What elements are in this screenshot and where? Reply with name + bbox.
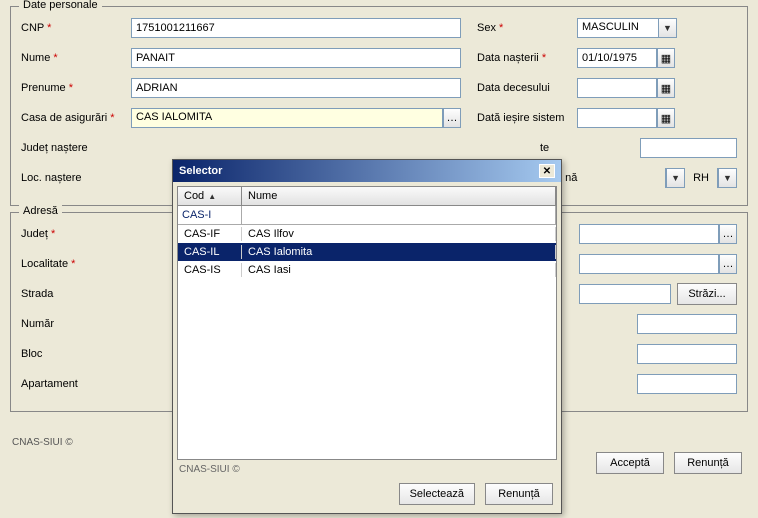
label-data-nasterii: Data nașterii * — [477, 52, 577, 64]
cell-cod: CAS-IL — [178, 245, 242, 259]
col-header-cod[interactable]: Cod▲ — [178, 187, 242, 205]
strazi-button[interactable]: Străzi... — [677, 283, 737, 305]
label-data-iesire: Dată ieșire sistem — [477, 112, 577, 124]
label-prenume: Prenume * — [21, 82, 131, 94]
select-button[interactable]: Selectează — [399, 483, 475, 505]
label-casa: Casa de asigurări * — [21, 112, 131, 124]
calendar-icon[interactable]: ▦ — [657, 108, 675, 128]
cell-cod: CAS-IF — [178, 227, 242, 241]
localitate-input[interactable] — [579, 254, 719, 274]
sex-combo[interactable]: MASCULIN ▼ — [577, 18, 677, 38]
bloc-input[interactable] — [637, 344, 737, 364]
group-personal-label: Date personale — [19, 0, 102, 11]
apartament-input[interactable] — [637, 374, 737, 394]
label-judet: Județ * — [21, 228, 131, 240]
label-numar: Număr — [21, 318, 131, 330]
accepta-button[interactable]: Acceptă — [596, 452, 664, 474]
col-header-nume[interactable]: Nume — [242, 187, 556, 205]
label-partial-te: te — [540, 142, 560, 154]
table-row[interactable]: CAS-IFCAS Ilfov — [178, 225, 556, 243]
label-judet-nastere: Județ naștere — [21, 142, 131, 154]
cell-nume: CAS Iasi — [242, 263, 556, 277]
cell-nume: CAS Ilfov — [242, 227, 556, 241]
label-sex: Sex * — [477, 22, 577, 34]
label-apartament: Apartament — [21, 378, 131, 390]
label-data-decesului: Data decesului — [477, 82, 577, 94]
label-partial-na: nă — [565, 172, 585, 184]
rh-combo[interactable]: ▼ — [717, 168, 737, 188]
selector-copyright: CNAS-SIUI © — [173, 464, 561, 475]
lookup-icon[interactable]: … — [719, 254, 737, 274]
strada-input[interactable] — [579, 284, 671, 304]
calendar-icon[interactable]: ▦ — [657, 78, 675, 98]
label-rh: RH — [693, 172, 709, 184]
label-nume: Nume * — [21, 52, 131, 64]
selector-titlebar: Selector ✕ — [173, 160, 561, 182]
label-bloc: Bloc — [21, 348, 131, 360]
te-input[interactable] — [640, 138, 737, 158]
table-row[interactable]: CAS-ISCAS Iasi — [178, 261, 556, 279]
data-iesire-input[interactable] — [577, 108, 657, 128]
table-row[interactable]: CAS-ILCAS Ialomita — [178, 243, 556, 261]
cnp-input[interactable] — [131, 18, 461, 38]
close-icon[interactable]: ✕ — [539, 164, 555, 178]
selector-renunta-button[interactable]: Renunță — [485, 483, 553, 505]
sort-asc-icon: ▲ — [208, 192, 216, 201]
filter-row — [178, 206, 556, 225]
cell-cod: CAS-IS — [178, 263, 242, 277]
na-combo[interactable]: ▼ — [665, 168, 685, 188]
dropdown-icon[interactable]: ▼ — [658, 19, 676, 37]
label-cnp: CNP * — [21, 22, 131, 34]
numar-input[interactable] — [637, 314, 737, 334]
filter-nume-input[interactable] — [242, 206, 556, 224]
data-nasterii-input[interactable] — [577, 48, 657, 68]
lookup-icon[interactable]: … — [719, 224, 737, 244]
lookup-icon[interactable]: … — [443, 108, 461, 128]
data-decesului-input[interactable] — [577, 78, 657, 98]
filter-cod-input[interactable] — [178, 206, 242, 224]
renunta-button[interactable]: Renunță — [674, 452, 742, 474]
judet-input[interactable] — [579, 224, 719, 244]
group-address-label: Adresă — [19, 205, 62, 217]
label-strada: Strada — [21, 288, 131, 300]
calendar-icon[interactable]: ▦ — [657, 48, 675, 68]
selector-dialog: Selector ✕ Cod▲ Nume CAS-IFCAS IlfovCAS-… — [172, 159, 562, 514]
label-localitate: Localitate * — [21, 258, 131, 270]
cell-nume: CAS Ialomita — [242, 245, 556, 259]
copyright: CNAS-SIUI © — [12, 437, 73, 448]
selector-title-text: Selector — [179, 165, 222, 177]
prenume-input[interactable] — [131, 78, 461, 98]
label-loc-nastere: Loc. naștere — [21, 172, 131, 184]
selector-grid: Cod▲ Nume CAS-IFCAS IlfovCAS-ILCAS Ialom… — [177, 186, 557, 460]
nume-input[interactable] — [131, 48, 461, 68]
casa-combo[interactable]: CAS IALOMITA — [131, 108, 443, 128]
